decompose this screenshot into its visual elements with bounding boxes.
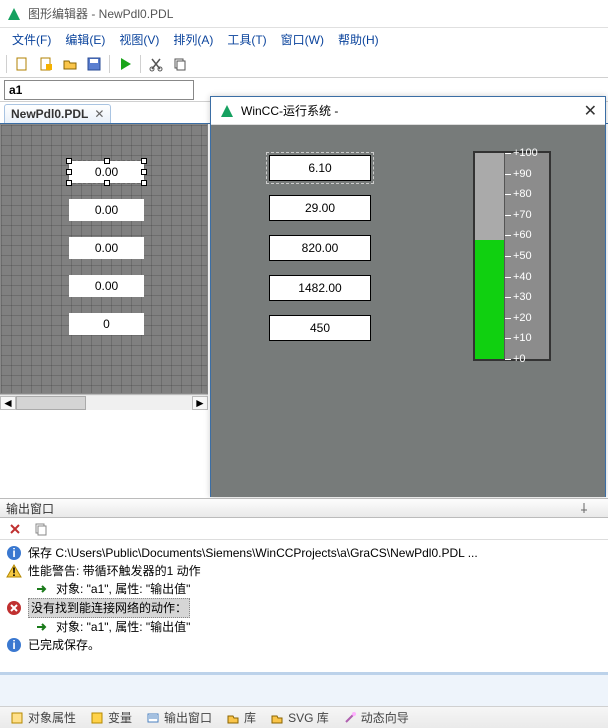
arrow-icon [34,619,50,635]
meter-tick-label: +60 [513,229,532,241]
io-field-5[interactable]: 0 [69,313,144,335]
arrow-icon [34,581,50,597]
menu-file[interactable]: 文件(F) [6,29,57,50]
meter-tick-label: +30 [513,291,532,303]
bottom-tab-svg-library[interactable]: SVG 库 [264,707,335,728]
menu-arrange[interactable]: 排列(A) [167,29,219,50]
menu-edit[interactable]: 编辑(E) [59,29,111,50]
output-row[interactable]: i 保存 C:\Users\Public\Documents\Siemens\Wi… [6,544,602,562]
bottom-tab-output[interactable]: 输出窗口 [140,707,218,728]
save-button[interactable] [83,53,105,75]
bar-meter: +100+90+80+70+60+50+40+30+20+10+0 [473,151,551,361]
err-icon [6,600,22,616]
rt-field-5[interactable]: 450 [269,315,371,341]
cut-button[interactable] [145,53,167,75]
output-text: 保存 C:\Users\Public\Documents\Siemens\Win… [28,544,478,562]
io-field-3[interactable]: 0.00 [69,237,144,259]
bar-meter-bar [475,153,505,359]
output-header: 输出窗口 [0,498,608,518]
runtime-title: WinCC-运行系统 - [241,102,338,119]
runtime-body: 6.10 29.00 820.00 1482.00 450 +100 +90 +80… [211,125,605,497]
new2-button[interactable] [35,53,57,75]
meter-tick-label: +70 [513,209,532,221]
info-icon: i [6,545,22,561]
meter-tick-label: +0 [513,353,526,365]
svg-text:i: i [12,638,15,652]
editor-h-scrollbar[interactable]: ◄ ► [0,394,208,410]
output-text: 没有找到能连接网络的动作： [28,598,190,618]
bar-meter-fill [475,240,504,359]
io-field-2[interactable]: 0.00 [69,199,144,221]
work-area: 0.00 0.00 0.00 0.00 0 ◄ ► WinCC-运行系统 - ✕… [0,124,608,412]
output-text: 对象: "a1", 属性: "输出值" [56,618,190,636]
rt-field-3[interactable]: 820.00 [269,235,371,261]
runtime-window: WinCC-运行系统 - ✕ 6.10 29.00 820.00 1482.00… [210,96,606,497]
tab-close-icon[interactable]: ✕ [94,107,104,121]
output-window[interactable]: i 保存 C:\Users\Public\Documents\Siemens\Wi… [0,540,608,672]
meter-tick-label: +20 [513,312,532,324]
menu-view[interactable]: 视图(V) [113,29,165,50]
output-text: 对象: "a1", 属性: "输出值" [56,580,190,598]
output-text: 已完成保存。 [28,636,100,654]
scroll-right-icon[interactable]: ► [192,396,208,410]
tab-label: NewPdl0.PDL [11,107,88,121]
bottom-tab-dynamic-wizard[interactable]: 动态向导 [337,707,415,728]
scroll-left-icon[interactable]: ◄ [0,396,16,410]
bar-meter-scale: +100+90+80+70+60+50+40+30+20+10+0 [505,153,549,359]
menu-window[interactable]: 窗口(W) [275,29,330,50]
menu-bar: 文件(F) 编辑(E) 视图(V) 排列(A) 工具(T) 窗口(W) 帮助(H… [0,28,608,50]
output-text: 性能警告: 带循环触发器的1 动作 [28,562,201,580]
editor-pane: 0.00 0.00 0.00 0.00 0 [0,124,208,394]
app-icon [6,6,22,22]
object-name-input[interactable] [4,80,194,100]
meter-tick-label: +50 [513,250,532,262]
new-button[interactable] [11,53,33,75]
app-title: 图形编辑器 - NewPdl0.PDL [28,5,173,22]
output-row[interactable]: 对象: "a1", 属性: "输出值" [6,580,602,598]
copy-output-button[interactable] [30,518,52,540]
runtime-icon [219,103,235,119]
editor-canvas[interactable]: 0.00 0.00 0.00 0.00 0 [1,125,207,393]
menu-tools[interactable]: 工具(T) [221,29,272,50]
bottom-tab-library[interactable]: 库 [220,707,262,728]
runtime-close-icon[interactable]: ✕ [584,101,597,121]
warn-icon: ! [6,563,22,579]
bottom-tab-strip: 对象属性 变量 输出窗口 库 SVG 库 动态向导 [0,706,608,728]
meter-tick-label: +40 [513,271,532,283]
output-row[interactable]: i 已完成保存。 [6,636,602,654]
output-header-label: 输出窗口 [6,500,54,517]
meter-tick-label: +10 [513,332,532,344]
open-button[interactable] [59,53,81,75]
rt-field-1[interactable]: 6.10 [269,155,371,181]
info-icon: i [6,637,22,653]
meter-tick-label: +80 [513,188,532,200]
copy-button[interactable] [169,53,191,75]
svg-text:i: i [12,546,15,560]
rt-field-2[interactable]: 29.00 [269,195,371,221]
pin-icon[interactable] [578,502,590,514]
rt-field-4[interactable]: 1482.00 [269,275,371,301]
bottom-tab-tags[interactable]: 变量 [84,707,138,728]
output-row[interactable]: 没有找到能连接网络的动作： [6,598,602,618]
svg-text:!: ! [12,565,16,579]
output-toolbar [0,518,608,540]
io-field-1[interactable]: 0.00 [69,161,144,183]
title-bar: 图形编辑器 - NewPdl0.PDL [0,0,608,28]
clear-button[interactable] [4,518,26,540]
scroll-thumb[interactable] [16,396,86,410]
meter-tick-label: +100 [513,147,538,159]
toolbar [0,50,608,78]
output-row[interactable]: 对象: "a1", 属性: "输出值" [6,618,602,636]
bottom-tab-properties[interactable]: 对象属性 [4,707,82,728]
document-tab[interactable]: NewPdl0.PDL ✕ [4,104,111,123]
run-button[interactable] [114,53,136,75]
menu-help[interactable]: 帮助(H) [332,29,385,50]
runtime-titlebar[interactable]: WinCC-运行系统 - ✕ [211,97,605,125]
io-field-4[interactable]: 0.00 [69,275,144,297]
output-row[interactable]: ! 性能警告: 带循环触发器的1 动作 [6,562,602,580]
meter-tick-label: +90 [513,168,532,180]
